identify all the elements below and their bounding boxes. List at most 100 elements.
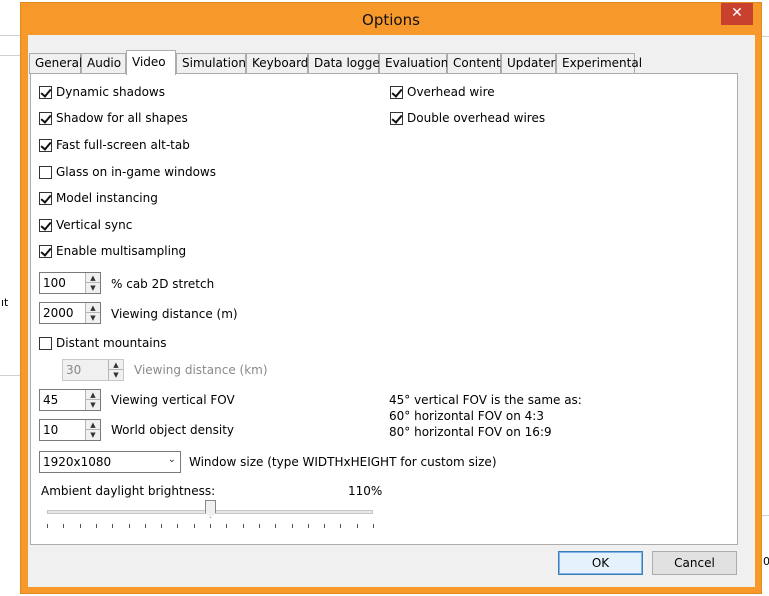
distant-mountains-checkbox[interactable]: Distant mountains <box>39 335 167 351</box>
ok-button[interactable]: OK <box>558 551 643 575</box>
glass-windows-checkbox[interactable]: Glass on in-game windows <box>39 164 216 180</box>
tab-general[interactable]: General <box>29 53 82 74</box>
check-icon <box>39 191 52 205</box>
tab-content[interactable]: Content <box>447 53 501 74</box>
spin-up-icon[interactable]: ▲ <box>86 273 100 283</box>
shadow-all-shapes-checkbox[interactable]: Shadow for all shapes <box>39 110 188 126</box>
tab-experimental[interactable]: Experimental <box>556 53 642 74</box>
checkbox-label: Dynamic shadows <box>56 85 165 99</box>
spinner-value[interactable]: 100 <box>43 276 66 290</box>
checkbox-label: Glass on in-game windows <box>56 165 216 179</box>
tab-label: Data logger <box>314 56 385 70</box>
slider-thumb[interactable] <box>205 500 216 518</box>
slider-tick <box>307 524 309 528</box>
double-overhead-wires-checkbox[interactable]: Double overhead wires <box>390 110 545 126</box>
tab-audio[interactable]: Audio <box>81 53 126 74</box>
object-density-label: World object density <box>111 423 234 437</box>
tab-evaluation[interactable]: Evaluation <box>379 53 449 74</box>
combobox-value[interactable]: 1920x1080 <box>43 455 111 469</box>
mountain-distance-spinner: 30 ▲ ▼ <box>62 359 124 381</box>
video-tab-panel: Dynamic shadows Shadow for all shapes Fa… <box>30 73 738 545</box>
options-dialog: Options ✕ General Audio Video Simulation… <box>20 2 762 594</box>
spin-down-icon[interactable]: ▼ <box>86 400 100 410</box>
tab-updater[interactable]: Updater <box>501 53 556 74</box>
spin-up-icon[interactable]: ▲ <box>86 420 100 430</box>
dialog-client: General Audio Video Simulation Keyboard … <box>28 35 755 587</box>
slider-tick <box>275 524 277 528</box>
spin-up-icon[interactable]: ▲ <box>86 303 100 313</box>
checkbox-label: Vertical sync <box>56 218 133 232</box>
tab-label: Evaluation <box>385 56 449 70</box>
slider-tick <box>128 524 130 528</box>
vertical-sync-checkbox[interactable]: Vertical sync <box>39 217 132 233</box>
viewing-distance-spinner[interactable]: 2000 ▲ ▼ <box>39 302 101 324</box>
checkbox-label: Enable multisampling <box>56 244 187 258</box>
check-icon <box>390 85 403 99</box>
slider-tick <box>291 524 293 528</box>
tab-video[interactable]: Video <box>126 50 176 75</box>
check-icon <box>39 244 52 258</box>
checkbox-label: Distant mountains <box>56 336 167 350</box>
check-icon <box>39 336 52 350</box>
check-icon <box>39 165 52 179</box>
dynamic-shadows-checkbox[interactable]: Dynamic shadows <box>39 84 165 100</box>
tab-label: Experimental <box>562 56 643 70</box>
multisampling-checkbox[interactable]: Enable multisampling <box>39 243 186 259</box>
brightness-slider[interactable] <box>47 500 377 542</box>
background-divider <box>0 55 20 56</box>
mountain-distance-label: Viewing distance (km) <box>134 363 268 377</box>
vertical-fov-spinner[interactable]: 45 ▲ ▼ <box>39 389 101 411</box>
viewing-distance-label: Viewing distance (m) <box>111 307 238 321</box>
cab-stretch-spinner[interactable]: 100 ▲ ▼ <box>39 272 101 294</box>
spin-up-icon[interactable]: ▲ <box>86 390 100 400</box>
background-divider <box>762 515 769 516</box>
spinner-value[interactable]: 2000 <box>43 306 74 320</box>
check-icon <box>39 85 52 99</box>
checkbox-label: Fast full-screen alt-tab <box>56 138 190 152</box>
spin-down-icon[interactable]: ▼ <box>86 313 100 323</box>
fov-note-line: 60° horizontal FOV on 4:3 <box>389 409 544 423</box>
window-title: Options <box>362 11 420 29</box>
tab-label: Simulation <box>182 56 246 70</box>
spin-down-icon: ▼ <box>113 371 119 379</box>
slider-tick <box>324 524 326 528</box>
tab-simulation[interactable]: Simulation <box>176 53 246 74</box>
fov-note-line: 45° vertical FOV is the same as: <box>389 393 582 407</box>
slider-tick <box>226 524 228 528</box>
tab-strip: General Audio Video Simulation Keyboard … <box>28 35 755 75</box>
spin-up-icon: ▲ <box>109 360 123 370</box>
fast-alt-tab-checkbox[interactable]: Fast full-screen alt-tab <box>39 137 190 153</box>
checkbox-label: Double overhead wires <box>407 111 546 125</box>
model-instancing-checkbox[interactable]: Model instancing <box>39 190 158 206</box>
object-density-spinner[interactable]: 10 ▲ ▼ <box>39 419 101 441</box>
tab-keyboard[interactable]: Keyboard <box>246 53 308 74</box>
close-icon: ✕ <box>731 5 743 21</box>
cab-stretch-label: % cab 2D stretch <box>111 277 215 291</box>
brightness-value: 110% <box>348 484 383 498</box>
close-button[interactable]: ✕ <box>721 3 753 25</box>
spin-down-icon[interactable]: ▼ <box>86 283 100 293</box>
overhead-wire-checkbox[interactable]: Overhead wire <box>390 84 495 100</box>
tab-data-logger[interactable]: Data logger <box>308 53 385 74</box>
brightness-label: Ambient daylight brightness: <box>41 484 216 498</box>
window-size-label: Window size (type WIDTHxHEIGHT for custo… <box>189 455 497 469</box>
tab-label: Video <box>132 55 166 69</box>
check-icon <box>39 138 52 152</box>
cancel-button[interactable]: Cancel <box>652 551 737 575</box>
checkbox-label: Overhead wire <box>407 85 495 99</box>
spinner-value[interactable]: 10 <box>43 423 58 437</box>
vertical-fov-label: Viewing vertical FOV <box>111 393 235 407</box>
slider-tick <box>63 524 65 528</box>
check-icon <box>390 111 403 125</box>
tab-label: Content <box>453 56 501 70</box>
chevron-down-icon[interactable]: ⌄ <box>168 454 176 465</box>
slider-tick <box>258 524 260 528</box>
spin-down-icon[interactable]: ▼ <box>86 430 100 440</box>
spinner-value[interactable]: 45 <box>43 393 58 407</box>
slider-tick <box>373 524 374 528</box>
checkbox-label: Shadow for all shapes <box>56 111 188 125</box>
window-size-combobox[interactable]: 1920x1080 ⌄ <box>39 451 181 473</box>
slider-tick <box>177 524 179 528</box>
title-bar[interactable]: Options ✕ <box>21 3 761 34</box>
background-text: ıt <box>1 296 9 309</box>
